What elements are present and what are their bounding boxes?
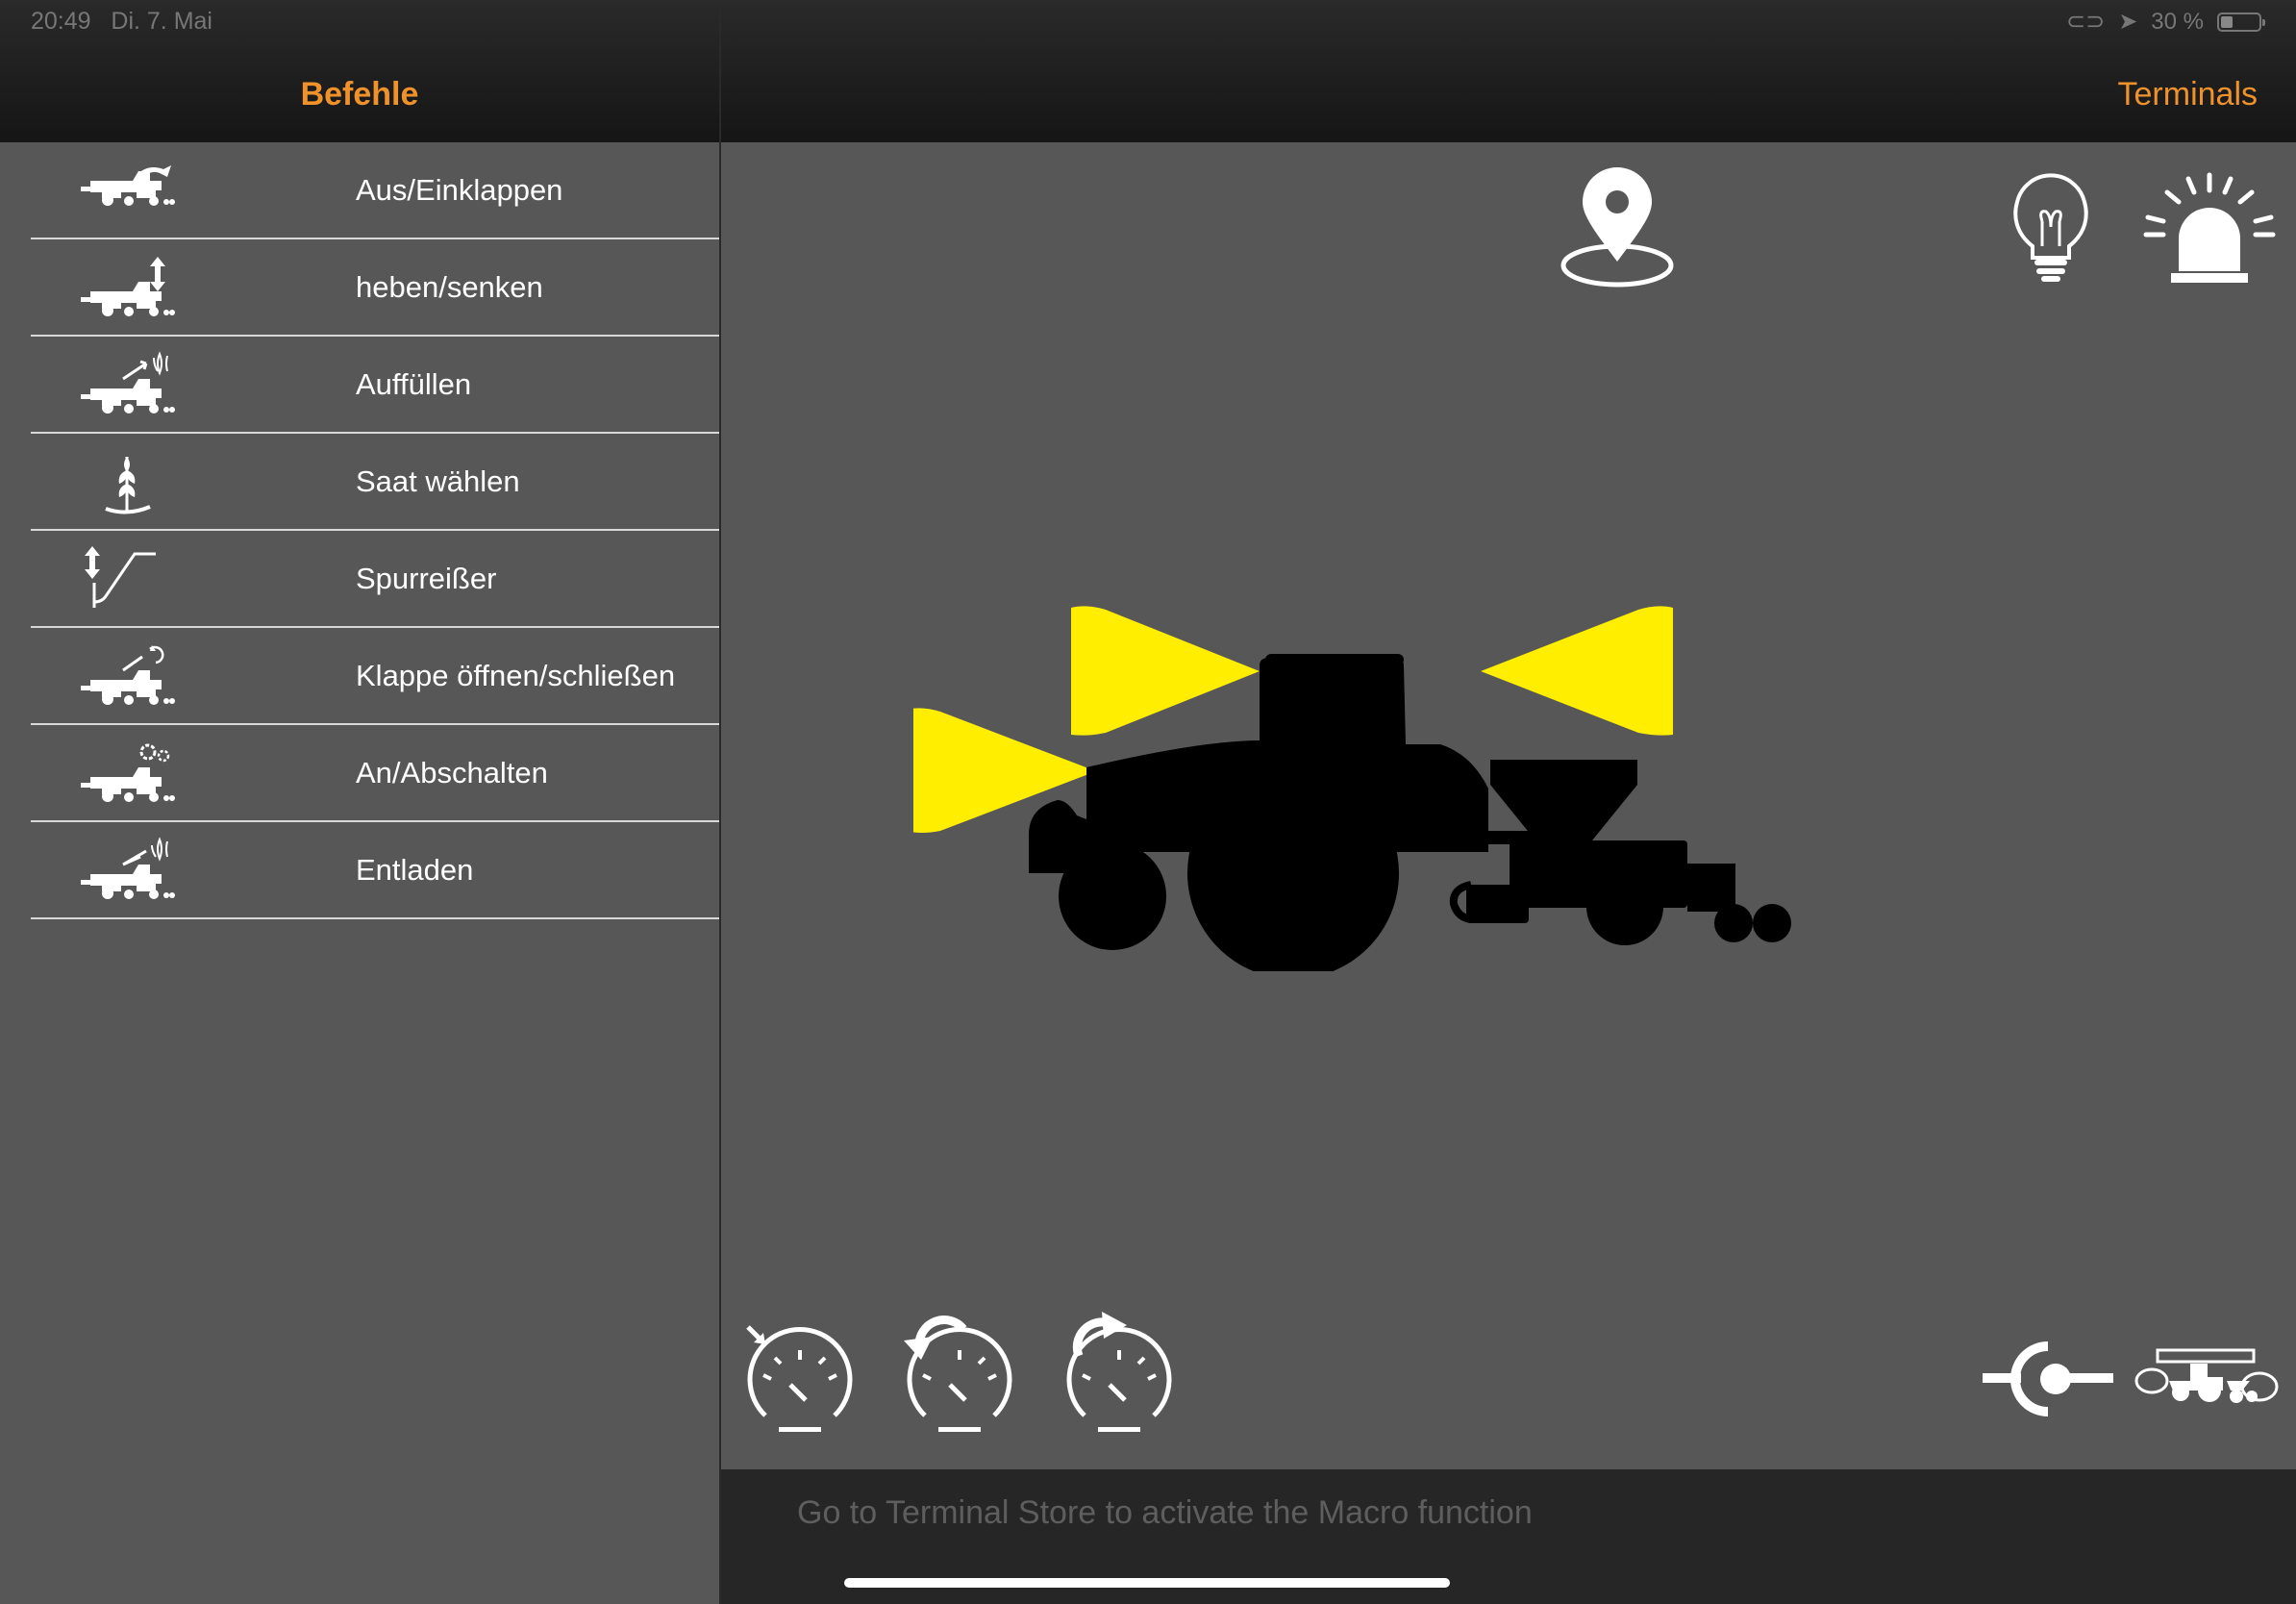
status-time: 20:49	[31, 8, 91, 35]
tractor-work-lights-diagram	[913, 606, 1791, 971]
work-light-front-upper	[1481, 606, 1673, 736]
work-light-rear-upper	[1071, 606, 1260, 736]
speedometer-reset-right-icon[interactable]	[1060, 1310, 1175, 1439]
command-list: Aus/Einklappen heben/senken Auffüllen Sa…	[0, 142, 719, 919]
command-label: Auffüllen	[356, 367, 472, 401]
terminals-button[interactable]: Terminals	[2118, 76, 2258, 113]
link-icon: ⊂⊃	[2065, 9, 2106, 35]
light-bulb-icon[interactable]	[2009, 169, 2092, 285]
status-bar: 20:49 Di. 7. Mai ⊂⊃ ➤ 30 %	[0, 0, 2296, 38]
beacon-icon[interactable]	[2142, 171, 2277, 288]
location-pin-icon[interactable]	[1558, 165, 1677, 290]
sidebar-title: Befehle	[300, 76, 419, 113]
status-time-date: 20:49 Di. 7. Mai	[31, 8, 212, 36]
raise-lower-icon	[79, 257, 175, 322]
speedometer-set-icon[interactable]	[740, 1323, 856, 1439]
fold-icon	[79, 165, 175, 225]
main-panel: Terminals Go to Terminal Store to activa…	[721, 0, 2296, 1604]
home-indicator[interactable]	[844, 1578, 1450, 1588]
command-label: Entladen	[356, 853, 474, 887]
track-marker-icon	[85, 546, 156, 608]
seed-icon	[105, 457, 151, 514]
command-item-track-marker[interactable]: Spurreißer	[31, 531, 719, 628]
command-item-raise-lower[interactable]: heben/senken	[31, 239, 719, 337]
macro-hint-text: Go to Terminal Store to activate the Mac…	[797, 1494, 1533, 1531]
command-label: Klappe öffnen/schließen	[356, 659, 676, 692]
command-label: heben/senken	[356, 270, 543, 304]
speedometer-reset-left-icon[interactable]	[900, 1310, 1015, 1439]
fill-icon	[79, 351, 175, 419]
sidebar: Befehle Aus/Einklappen heben/senken Auff…	[0, 0, 721, 1604]
tractor-seeder-icon[interactable]	[2134, 1342, 2279, 1416]
on-off-icon	[79, 743, 175, 808]
command-item-seed[interactable]: Saat wählen	[31, 434, 719, 531]
command-item-fill[interactable]: Auffüllen	[31, 337, 719, 434]
unload-icon	[79, 837, 175, 905]
battery-percent: 30 %	[2151, 8, 2204, 35]
flap-icon	[79, 645, 175, 711]
location-arrow-icon: ➤	[2118, 9, 2138, 35]
command-item-on-off[interactable]: An/Abschalten	[31, 725, 719, 822]
command-item-fold[interactable]: Aus/Einklappen	[31, 142, 719, 239]
command-label: Aus/Einklappen	[356, 173, 563, 207]
status-date: Di. 7. Mai	[111, 8, 212, 35]
command-item-flap[interactable]: Klappe öffnen/schließen	[31, 628, 719, 725]
command-label: An/Abschalten	[356, 756, 548, 789]
command-label: Spurreißer	[356, 562, 497, 595]
command-label: Saat wählen	[356, 464, 520, 498]
command-item-unload[interactable]: Entladen	[31, 822, 719, 919]
battery-icon	[2217, 12, 2265, 32]
status-right: ⊂⊃ ➤ 30 %	[2065, 8, 2265, 36]
hitch-icon[interactable]	[1981, 1333, 2115, 1425]
